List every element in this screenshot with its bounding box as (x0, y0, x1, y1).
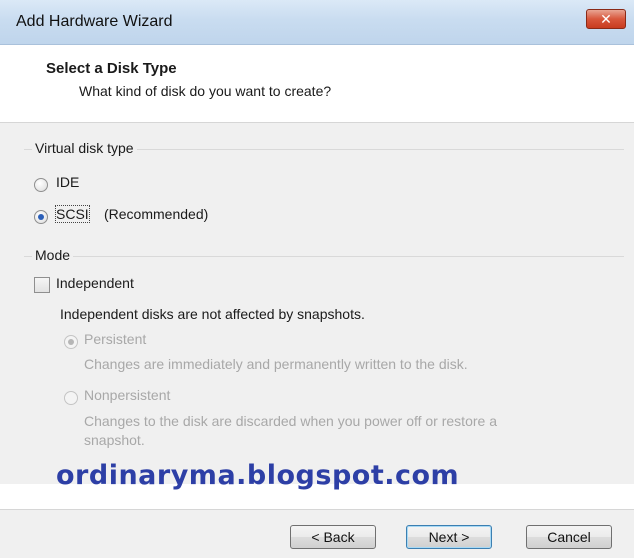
wizard-content: Virtual disk type IDE SCSI (Recommended)… (0, 123, 634, 484)
independent-description: Independent disks are not affected by sn… (60, 306, 365, 322)
back-button[interactable]: < Back (290, 525, 376, 549)
nonpersistent-radio[interactable] (64, 391, 78, 405)
scsi-recommended-note: (Recommended) (104, 206, 209, 222)
persistent-description: Changes are immediately and permanently … (84, 356, 468, 372)
blog-watermark: ordinaryma.blogspot.com (56, 460, 460, 491)
next-button[interactable]: Next > (406, 525, 492, 549)
mode-group-label: Mode (32, 247, 74, 263)
close-button[interactable]: ✕ (586, 9, 626, 29)
ide-radio-label[interactable]: IDE (56, 174, 79, 190)
scsi-radio[interactable] (34, 210, 48, 224)
window-title: Add Hardware Wizard (16, 13, 173, 30)
independent-checkbox-label[interactable]: Independent (56, 275, 134, 291)
cancel-button[interactable]: Cancel (526, 525, 612, 549)
nonpersistent-description-line2: snapshot. (84, 432, 145, 448)
page-title: Select a Disk Type (46, 60, 177, 77)
title-bar: Add Hardware Wizard ✕ (0, 0, 634, 45)
page-subtitle: What kind of disk do you want to create? (79, 83, 332, 99)
virtual-disk-type-group: Virtual disk type (24, 140, 624, 240)
persistent-radio[interactable] (64, 335, 78, 349)
virtual-disk-type-label: Virtual disk type (32, 140, 137, 156)
persistent-radio-label[interactable]: Persistent (84, 331, 146, 347)
ide-radio[interactable] (34, 178, 48, 192)
independent-checkbox[interactable] (34, 277, 50, 293)
wizard-header: Select a Disk Type What kind of disk do … (0, 45, 634, 123)
nonpersistent-description-line1: Changes to the disk are discarded when y… (84, 413, 497, 429)
nonpersistent-radio-label[interactable]: Nonpersistent (84, 387, 170, 403)
scsi-radio-label[interactable]: SCSI (55, 205, 90, 223)
scsi-label-text: SCSI (55, 205, 90, 223)
wizard-footer: < Back Next > Cancel (0, 509, 634, 558)
close-icon: ✕ (600, 11, 612, 27)
